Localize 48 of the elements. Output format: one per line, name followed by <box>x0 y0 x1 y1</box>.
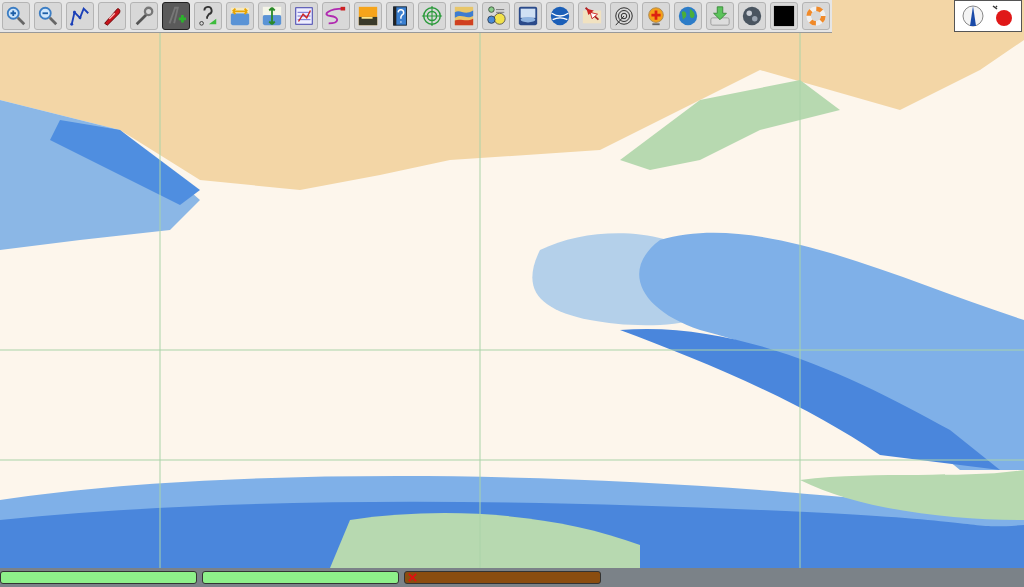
route-icon <box>69 5 91 27</box>
lifebuoy-icon <box>805 5 827 27</box>
earth-icon <box>677 5 699 27</box>
help-button[interactable] <box>386 2 414 30</box>
chart-list-button[interactable] <box>290 2 318 30</box>
text-button[interactable] <box>162 2 190 30</box>
download-icon <box>709 5 731 27</box>
map-stack-icon <box>517 5 539 27</box>
moon-button[interactable] <box>738 2 766 30</box>
vertical-arrows-icon <box>261 5 283 27</box>
crosshair-icon <box>421 5 443 27</box>
square-icon <box>773 5 795 27</box>
track-button[interactable] <box>322 2 350 30</box>
medical-cross-icon <box>645 5 667 27</box>
weather-button[interactable] <box>450 2 478 30</box>
medical-button[interactable] <box>642 2 670 30</box>
settings-button[interactable] <box>130 2 158 30</box>
question-mark-icon <box>197 5 219 27</box>
zoom-in-button[interactable] <box>2 2 30 30</box>
chart-list-icon <box>293 5 315 27</box>
globe-icon <box>549 5 571 27</box>
boat-icon <box>101 5 123 27</box>
chart-book-button[interactable] <box>514 2 542 30</box>
zoom-out-button[interactable] <box>34 2 62 30</box>
query-button[interactable] <box>194 2 222 30</box>
flag-button[interactable] <box>578 2 606 30</box>
route-button[interactable] <box>66 2 94 30</box>
compass-needle-icon <box>961 4 985 28</box>
own-ship-button[interactable] <box>98 2 126 30</box>
concentric-rings-icon <box>613 5 635 27</box>
dashboard-button[interactable] <box>482 2 510 30</box>
radar-button[interactable] <box>610 2 638 30</box>
earth-button[interactable] <box>674 2 702 30</box>
compass-panel[interactable] <box>954 0 1022 32</box>
cross-icon <box>408 573 417 582</box>
magnifier-plus-icon <box>5 5 27 27</box>
moon-photo-icon <box>741 5 763 27</box>
sunset-button[interactable] <box>354 2 382 30</box>
globe-button[interactable] <box>546 2 574 30</box>
gauge-icon <box>485 5 507 27</box>
magnifier-minus-icon <box>37 5 59 27</box>
weather-map-icon <box>453 5 475 27</box>
stretch-vertical-button[interactable] <box>258 2 286 30</box>
blackout-button[interactable] <box>770 2 798 30</box>
track-line-icon <box>325 5 347 27</box>
chart-key[interactable] <box>202 571 399 584</box>
chart-key[interactable] <box>0 571 197 584</box>
horizontal-arrows-icon <box>229 5 251 27</box>
